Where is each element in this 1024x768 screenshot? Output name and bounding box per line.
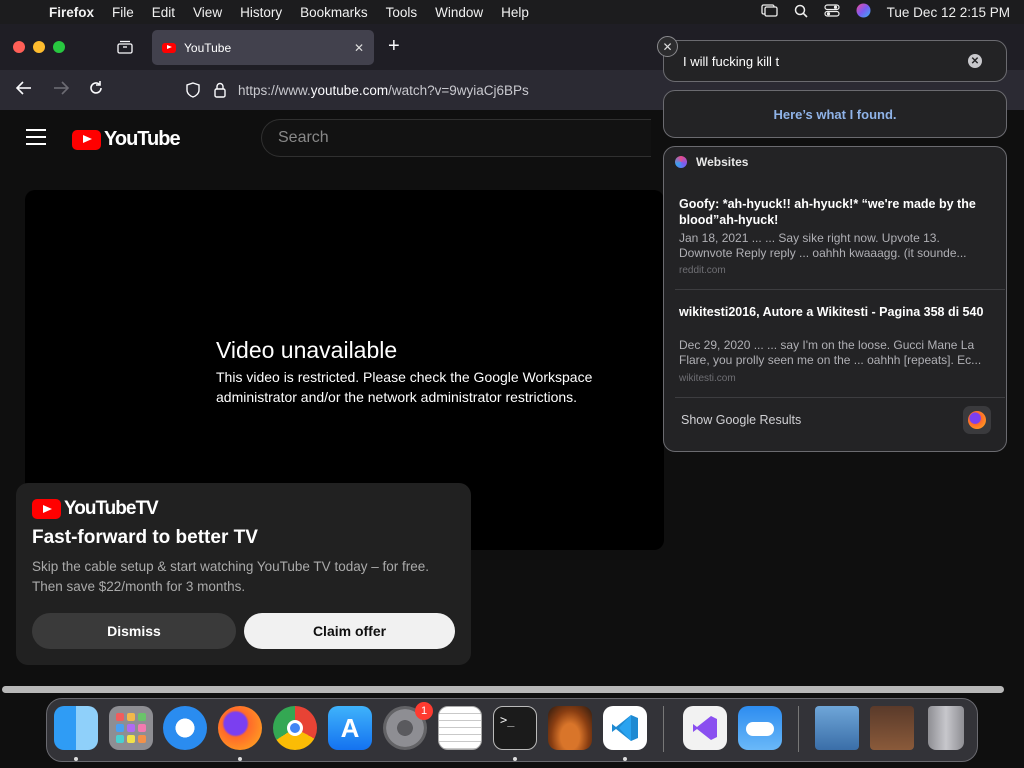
promo-body: Skip the cable setup & start watching Yo… [32,559,429,594]
screen-mirroring-icon[interactable] [761,4,778,20]
firefox-view-icon[interactable] [117,40,133,59]
menu-tools[interactable]: Tools [377,5,427,20]
back-arrow-icon[interactable] [15,80,33,101]
video-unavailable-title: Video unavailable [216,337,398,363]
zoom-window-button[interactable] [53,41,65,53]
youtube-search-input[interactable]: Search [261,119,651,157]
horizontal-scrollbar[interactable] [2,686,1004,693]
youtube-play-icon [72,129,101,150]
close-window-button[interactable] [13,41,25,53]
lock-icon[interactable] [214,82,226,101]
menu-bar: Firefox File Edit View History Bookmarks… [0,0,1024,24]
forward-arrow-icon[interactable] [52,80,70,101]
dock-separator [798,706,799,752]
running-indicator [74,757,78,761]
result-snippet: Jan 18, 2021 ... ... Say sike right now.… [679,231,967,260]
promo-title: Fast-forward to better TV [32,527,258,548]
clear-query-icon[interactable]: ✕ [968,54,982,68]
url-prefix: https://www. [238,82,311,98]
dock-separator [663,706,664,752]
finder-icon[interactable] [54,706,98,750]
menu-bookmarks[interactable]: Bookmarks [291,5,377,20]
reload-icon[interactable] [88,80,104,101]
menu-file[interactable]: File [103,5,143,20]
trash-icon[interactable] [928,706,964,750]
url-domain: youtube.com [310,82,389,98]
siri-found-message: Here’s what I found. [663,90,1007,138]
tab-title: YouTube [184,40,232,55]
result-snippet: Dec 29, 2020 ... ... say I'm on the loos… [679,338,982,367]
running-indicator [513,757,517,761]
tab-youtube[interactable]: YouTube ✕ [152,30,374,65]
result-source: reddit.com [679,265,726,276]
result-divider [675,397,1005,398]
firefox-icon[interactable] [218,706,262,750]
terminal-icon[interactable]: >_ [493,706,537,750]
app-store-icon[interactable]: A [328,706,372,750]
firefox-icon[interactable] [963,406,991,434]
menu-app-name[interactable]: Firefox [40,5,103,20]
siri-suggestions-icon [675,156,687,168]
safari-icon[interactable] [163,706,207,750]
launchpad-icon[interactable] [109,706,153,750]
result-divider [675,289,1005,290]
youtube-tv-logo-text: YouTubeTV [64,498,159,519]
url-path: /watch?v=9wyiaCj6BPs [388,82,529,98]
show-google-results-link[interactable]: Show Google Results [681,413,801,427]
result-source: wikitesti.com [679,373,736,384]
youtube-tv-logo: YouTubeTV [32,498,159,520]
control-center-icon[interactable] [824,4,840,20]
downloads-stack-icon[interactable] [815,706,859,750]
screenshot-stack-icon[interactable] [870,706,914,750]
siri-close-icon[interactable]: ✕ [657,36,678,57]
address-bar[interactable]: https://www. youtube.com/watch?v=9wyiaCj6… [172,76,672,104]
youtube-tv-play-icon [32,499,61,519]
video-restricted-message: This video is restricted. Please check t… [216,369,593,405]
weather-icon[interactable] [738,706,782,750]
menu-edit[interactable]: Edit [143,5,184,20]
vscode-icon[interactable] [603,706,647,750]
textedit-icon[interactable] [438,706,482,750]
result-title[interactable]: wikitesti2016, Autore a Wikitesti - Pagi… [679,304,995,320]
result-title[interactable]: Goofy: *ah-hyuck!! ah-hyuck!* “we're mad… [679,196,995,228]
running-indicator [238,757,242,761]
garageband-icon[interactable] [548,706,592,750]
notification-badge: 1 [415,702,433,720]
websites-section-header: Websites [675,155,748,169]
youtube-logo-text: YouTube [104,128,181,150]
websites-section-title: Websites [696,155,749,169]
hamburger-menu-icon[interactable] [26,129,46,145]
dismiss-button[interactable]: Dismiss [32,613,236,649]
menu-clock[interactable]: Tue Dec 12 2:15 PM [887,5,1010,20]
visual-studio-icon[interactable] [683,706,727,750]
spotlight-search-icon[interactable] [794,4,808,21]
siri-results-panel [663,146,1007,452]
tracking-protection-shield-icon[interactable] [186,82,200,101]
new-tab-button[interactable]: + [388,35,400,58]
youtube-favicon-icon [162,42,176,53]
siri-query-input[interactable]: I will fucking kill t [683,54,779,69]
menu-window[interactable]: Window [426,5,492,20]
chrome-icon[interactable] [273,706,317,750]
menu-history[interactable]: History [231,5,291,20]
youtube-logo[interactable]: YouTube [72,128,181,151]
minimize-window-button[interactable] [33,41,45,53]
menu-view[interactable]: View [184,5,231,20]
claim-offer-button[interactable]: Claim offer [244,613,455,649]
siri-icon[interactable] [856,3,871,21]
running-indicator [623,757,627,761]
tab-close-icon[interactable]: ✕ [354,41,364,55]
menu-help[interactable]: Help [492,5,538,20]
